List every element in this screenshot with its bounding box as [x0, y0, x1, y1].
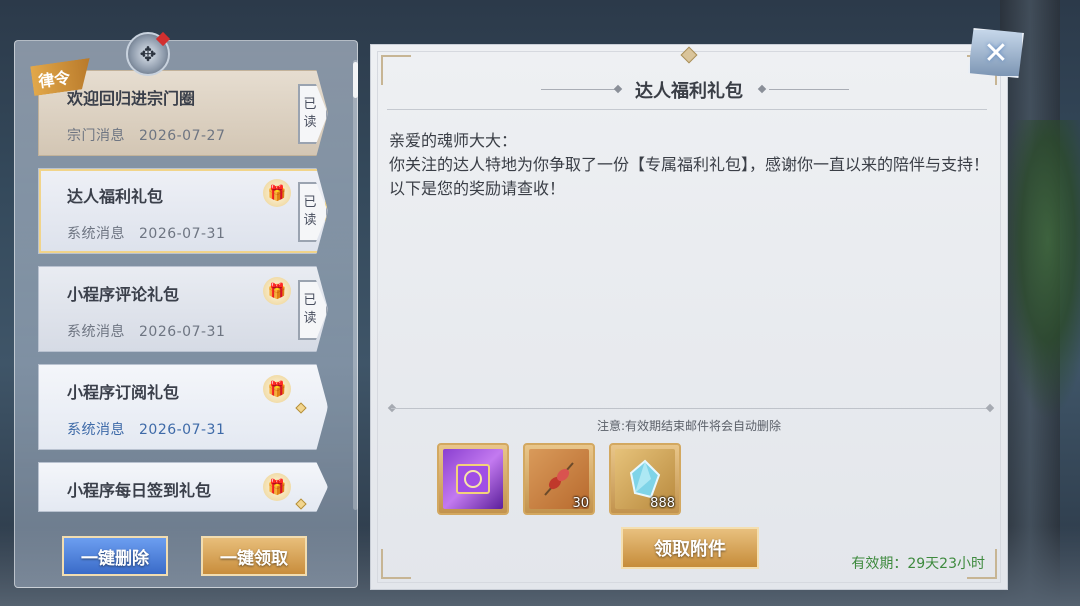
- mail-detail-panel: 达人福利礼包 亲爱的魂师大大： 你关注的达人特地为你争取了一份【专属福利礼包】，…: [370, 44, 1008, 590]
- mail-date: 2026-07-31: [139, 422, 226, 438]
- mail-item-talent-gift[interactable]: 达人福利礼包 🎁 系统消息 2026-07-31: [38, 168, 328, 254]
- validity-text: 有效期：29天23小时: [851, 556, 985, 572]
- read-status-char-1: 已: [303, 97, 317, 112]
- mail-date: 2026-07-27: [139, 128, 226, 144]
- mail-item-signin-gift[interactable]: 小程序每日签到礼包 🎁: [38, 462, 328, 512]
- mail-title: 达人福利礼包: [67, 187, 164, 206]
- delete-all-button[interactable]: 一键删除: [62, 536, 168, 576]
- reward-count: 888: [650, 496, 675, 511]
- mail-item-comment-gift[interactable]: 小程序评论礼包 🎁 系统消息 2026-07-31: [38, 266, 328, 352]
- read-status-char-1: 已: [303, 293, 317, 308]
- corner-ornament: [381, 549, 411, 579]
- reward-slot-2[interactable]: 30: [523, 443, 595, 515]
- mail-list-scroll-thumb[interactable]: [353, 62, 358, 98]
- mail-title: 欢迎回归进宗门圈: [67, 89, 196, 108]
- mail-meta: 系统消息 2026-07-31: [67, 321, 225, 341]
- mail-meta: 宗门消息 2026-07-27: [67, 125, 225, 145]
- reward-count: 30: [572, 496, 589, 511]
- close-icon: ✕: [983, 35, 1009, 71]
- gift-icon: 🎁: [263, 375, 291, 403]
- read-status-char-1: 已: [303, 195, 317, 210]
- letter-greeting: 亲爱的魂师大大：: [389, 131, 518, 150]
- purple-scroll-icon: [443, 449, 503, 509]
- title-divider: [387, 109, 987, 110]
- mail-meta: 系统消息 2026-07-31: [67, 419, 225, 439]
- mail-date: 2026-07-31: [139, 226, 226, 242]
- mail-title: 小程序每日签到礼包: [67, 481, 212, 500]
- claim-attachment-button[interactable]: 领取附件: [621, 527, 759, 569]
- mail-date: 2026-07-31: [139, 324, 226, 340]
- attachment-divider: [391, 408, 991, 409]
- claim-all-button[interactable]: 一键领取: [201, 536, 307, 576]
- letter-title: 达人福利礼包: [635, 81, 743, 102]
- mail-category: 系统消息: [67, 226, 125, 242]
- mail-title: 小程序评论礼包: [67, 285, 180, 304]
- gift-icon: 🎁: [263, 277, 291, 305]
- reward-slot-3[interactable]: 888: [609, 443, 681, 515]
- mail-item-subscribe-gift[interactable]: 小程序订阅礼包 🎁 系统消息 2026-07-31: [38, 364, 328, 450]
- mail-category: 系统消息: [67, 324, 125, 340]
- read-status-char-2: 读: [303, 115, 317, 130]
- background-foliage: [1000, 120, 1080, 420]
- mail-list-scrollbar[interactable]: [353, 60, 358, 510]
- gift-icon: 🎁: [263, 473, 291, 501]
- mail-category: 系统消息: [67, 422, 125, 438]
- close-button[interactable]: ✕: [968, 28, 1024, 78]
- read-status-char-2: 读: [303, 311, 317, 326]
- title-line-right: [769, 89, 849, 90]
- gift-icon: 🎁: [263, 179, 291, 207]
- letter-body: 亲爱的魂师大大： 你关注的达人特地为你争取了一份【专属福利礼包】，感谢你一直以来…: [389, 129, 989, 201]
- read-status-char-2: 读: [303, 213, 317, 228]
- mail-category: 宗门消息: [67, 128, 125, 144]
- expiry-notice: 注意:有效期结束邮件将会自动删除: [596, 419, 782, 433]
- mail-meta: 系统消息 2026-07-31: [67, 223, 225, 243]
- mail-title: 小程序订阅礼包: [67, 383, 180, 402]
- letter-content: 你关注的达人特地为你争取了一份【专属福利礼包】，感谢你一直以来的陪伴与支持！以下…: [389, 155, 990, 198]
- reward-slot-1[interactable]: [437, 443, 509, 515]
